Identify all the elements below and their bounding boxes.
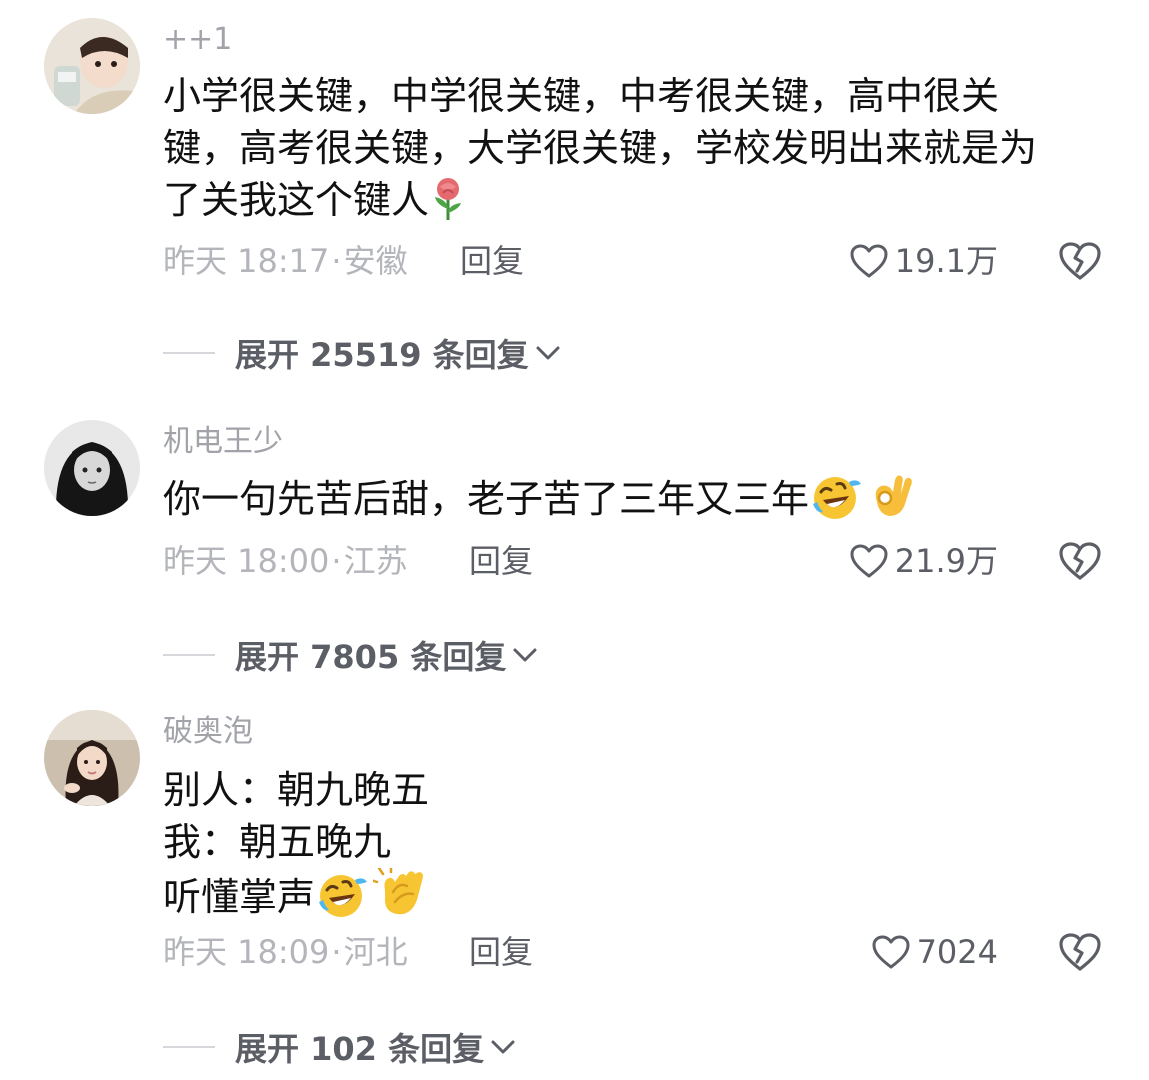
expand-replies-button[interactable]: 展开 7805 条回复 [163,632,538,678]
like-count: 7024 [916,933,998,971]
meta-separator: · [331,933,342,971]
username[interactable]: 机电王少 [163,424,283,460]
comment-text-line-wrap: 你一句先苦后甜，老子苦了三年又三年 [163,472,1113,533]
avatar[interactable] [44,710,140,806]
comment-time: 昨天 18:17 [163,242,330,280]
comment-text: 小学很关键，中学很关键，中考很关键，高中很关 键，高考很关键，大学很关键，学校发… [163,70,1113,234]
rolling-on-floor-laughing-icon [811,474,865,533]
comment-text-line: 小学很关键，中学很关键，中考很关键，高中很关 [163,74,1000,118]
like-count: 21.9万 [894,542,998,580]
rolling-on-floor-laughing-icon [317,872,371,931]
expand-replies-button[interactable]: 展开 25519 条回复 [163,330,561,376]
username[interactable]: ++1 [163,22,232,58]
comment-text: 你一句先苦后甜，老子苦了三年又三年 [163,472,1113,533]
avatar[interactable] [44,420,140,516]
chevron-down-icon [513,648,537,662]
reply-button[interactable]: 回复 [469,541,533,581]
comment-text-line: 听懂掌声 [163,875,316,919]
comment-meta: 昨天 18:17·安徽 [163,241,408,281]
comment-text-line: 你一句先苦后甜，老子苦了三年又三年 [163,477,810,521]
heart-icon [850,544,888,578]
heart-icon [850,244,888,278]
comment-time: 昨天 18:00 [163,542,330,580]
reply-button[interactable]: 回复 [460,241,524,281]
like-button[interactable]: 21.9万 [849,541,998,581]
username[interactable]: 破奥泡 [163,714,253,750]
broken-heart-icon [1059,933,1101,971]
expand-replies-label: 展开 7805 条回复 [235,638,507,676]
comment-text: 别人：朝九晚五 我：朝五晚九 听懂掌声 [163,764,1113,931]
comment-text-line-wrap: 听懂掌声 [163,864,1113,931]
chevron-down-icon [536,346,560,360]
ok-hand-icon [867,472,915,533]
comment-time: 昨天 18:09 [163,933,330,971]
like-count: 19.1万 [894,242,998,280]
like-button[interactable]: 7024 [871,932,998,972]
comment-location: 安徽 [343,242,408,280]
expand-replies-label: 展开 102 条回复 [235,1030,485,1068]
reply-button[interactable]: 回复 [469,932,533,972]
comment-location: 河北 [343,933,408,971]
meta-separator: · [331,242,342,280]
rose-icon [431,177,465,234]
avatar[interactable] [44,18,140,114]
comment-text-line: 别人：朝九晚五 [163,768,430,812]
comment-text-line: 我：朝五晚九 [163,820,392,864]
comment-meta: 昨天 18:00·江苏 [163,541,408,581]
comment-location: 江苏 [343,542,408,580]
clapping-hands-icon [369,864,429,931]
comment-text-line: 了关我这个键人 [163,178,430,222]
heart-icon [872,935,910,969]
broken-heart-icon [1059,542,1101,580]
comment-meta: 昨天 18:09·河北 [163,932,408,972]
dislike-button[interactable] [1058,241,1102,281]
broken-heart-icon [1059,242,1101,280]
chevron-down-icon [491,1040,515,1054]
comment-text-line-wrap: 了关我这个键人 [163,174,1113,234]
dislike-button[interactable] [1058,541,1102,581]
divider-dash [163,654,215,656]
meta-separator: · [331,542,342,580]
divider-dash [163,1046,215,1048]
divider-dash [163,352,215,354]
dislike-button[interactable] [1058,932,1102,972]
like-button[interactable]: 19.1万 [849,241,998,281]
expand-replies-label: 展开 25519 条回复 [235,336,529,374]
expand-replies-button[interactable]: 展开 102 条回复 [163,1024,516,1070]
comment-text-line: 键，高考很关键，大学很关键，学校发明出来就是为 [163,126,1038,170]
